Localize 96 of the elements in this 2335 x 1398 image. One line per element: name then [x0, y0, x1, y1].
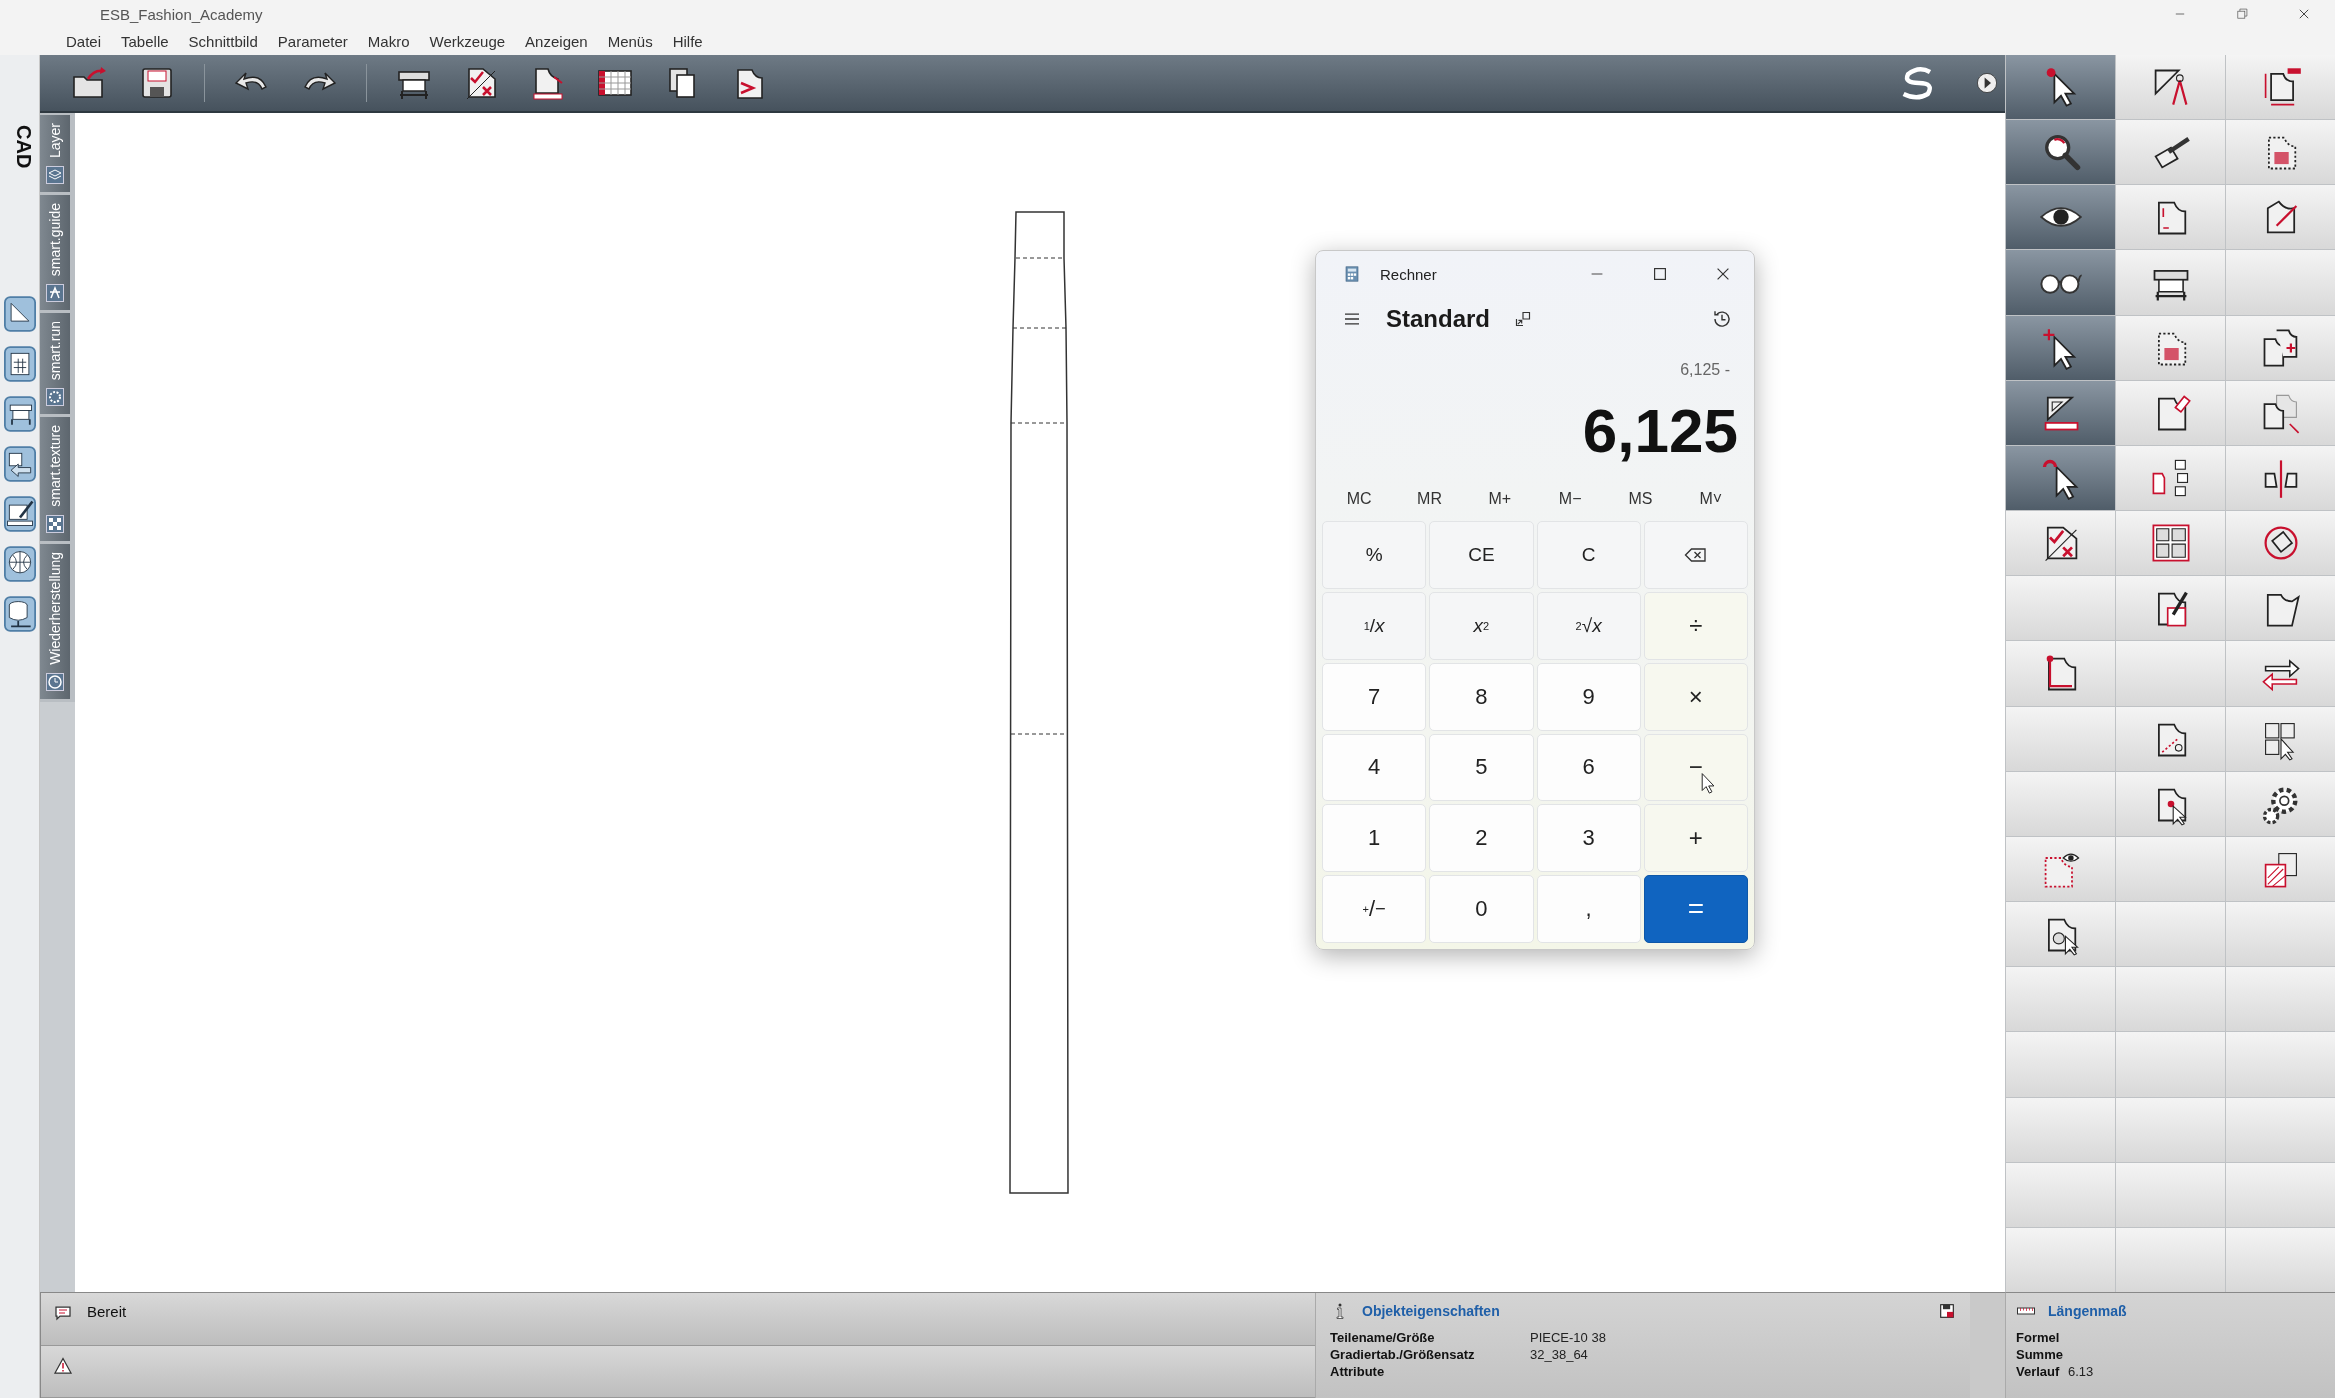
panel-title: Objekteigenschaften: [1362, 1303, 1500, 1319]
save-icon[interactable]: [1938, 1302, 1956, 1320]
tool-button[interactable]: [2006, 902, 2115, 967]
key-button[interactable]: 9: [1536, 662, 1641, 731]
side-label: CAD: [12, 125, 35, 169]
menu-item[interactable]: Tabelle: [121, 33, 169, 50]
key-button[interactable]: ÷: [1643, 591, 1748, 660]
tool-button[interactable]: [2226, 315, 2335, 380]
key-button[interactable]: 1: [1322, 804, 1427, 873]
key-button[interactable]: x$^{2}$: [1429, 591, 1534, 660]
key-button[interactable]: 7: [1322, 662, 1427, 731]
side-tab[interactable]: smart.guide: [40, 195, 70, 311]
tool-button[interactable]: [2006, 185, 2115, 250]
tool-button[interactable]: [2116, 120, 2225, 185]
tool-button[interactable]: [2006, 315, 2115, 380]
status-message: Bereit: [87, 1303, 127, 1320]
mode-title: Standard: [1386, 305, 1490, 333]
tool-button[interactable]: [2116, 771, 2225, 836]
property-label: Teilename/Größe: [1330, 1329, 1436, 1346]
side-tab[interactable]: smart.texture: [40, 417, 70, 541]
window-title: ESB_Fashion_Academy: [100, 5, 263, 23]
tool-button[interactable]: [2226, 771, 2335, 836]
key-button[interactable]: $^{1}$/x: [1322, 591, 1427, 660]
layers-icon: [46, 166, 64, 185]
menu-item[interactable]: Hilfe: [672, 33, 703, 50]
menu-item[interactable]: Menüs: [607, 33, 653, 50]
message-icon: [53, 1303, 73, 1323]
memory-button[interactable]: M˅: [1675, 489, 1746, 509]
side-tab[interactable]: Layer: [40, 115, 70, 193]
tool-button[interactable]: [2006, 445, 2115, 511]
guide-icon: [46, 284, 64, 303]
measure-label: Verlauf: [2016, 1363, 2061, 1380]
calculator-icon[interactable]: [4, 346, 36, 383]
key-button[interactable]: 4: [1322, 733, 1427, 802]
tool-button[interactable]: [2116, 185, 2225, 250]
key-button[interactable]: −: [1643, 733, 1748, 802]
key-button[interactable]: 2: [1429, 804, 1534, 873]
key-button[interactable]: C: [1536, 521, 1641, 589]
key-button[interactable]: 8: [1429, 662, 1534, 731]
triangle-ruler-icon[interactable]: [4, 296, 36, 333]
tool-button[interactable]: [2116, 250, 2225, 315]
menu-item[interactable]: Schnittbild: [188, 33, 258, 50]
equals-button[interactable]: =: [1643, 875, 1748, 943]
measure-label: Summe: [2016, 1346, 2064, 1363]
plotter-icon[interactable]: [4, 396, 36, 433]
menu-item[interactable]: Makro: [367, 33, 410, 50]
key-button[interactable]: CE: [1429, 521, 1534, 589]
measure-value: 6.13: [2068, 1363, 2095, 1380]
tool-button[interactable]: [2226, 576, 2335, 641]
property-value: PIECE-10 38: [1530, 1329, 1607, 1346]
property-value: 32_38_64: [1530, 1346, 1589, 1363]
memory-button[interactable]: MC: [1324, 489, 1395, 509]
checker-icon: [46, 515, 64, 533]
tool-button[interactable]: [2226, 55, 2335, 120]
key-button[interactable]: 6: [1536, 733, 1641, 802]
measure-label: Formel: [2016, 1329, 2061, 1346]
side-tab[interactable]: smart.run: [40, 313, 70, 415]
key-button[interactable]: 0: [1429, 875, 1534, 943]
tool-button[interactable]: [2116, 576, 2225, 641]
database-icon[interactable]: [4, 596, 36, 633]
result-display: 6,125: [1581, 395, 1739, 467]
property-label: Gradiertab./Größensatz: [1330, 1346, 1476, 1363]
memory-button[interactable]: M−: [1535, 489, 1606, 509]
memory-button[interactable]: MS: [1605, 489, 1676, 509]
globe-icon[interactable]: [4, 546, 36, 583]
key-button[interactable]: 5: [1429, 733, 1534, 802]
panel-title: Längenmaß: [2048, 1303, 2127, 1319]
key-button[interactable]: %: [1322, 521, 1427, 589]
key-button[interactable]: 3: [1536, 804, 1641, 873]
tool-button[interactable]: [2006, 55, 2115, 120]
memory-button[interactable]: MR: [1394, 489, 1465, 509]
tool-button[interactable]: [2006, 120, 2115, 185]
menu-item[interactable]: Parameter: [277, 33, 348, 50]
menu-item[interactable]: Datei: [66, 33, 102, 50]
side-tab[interactable]: Wiederherstellung: [40, 544, 70, 699]
key-button[interactable]: $^{2}$√x: [1536, 591, 1641, 660]
import-icon[interactable]: [4, 446, 36, 483]
key-button[interactable]: ×: [1643, 662, 1748, 731]
gear-icon: [46, 388, 64, 407]
memory-button[interactable]: M+: [1464, 489, 1535, 509]
clock-icon: [46, 672, 64, 691]
property-label: Attribute: [1330, 1363, 1386, 1380]
tool-button[interactable]: [2006, 250, 2115, 315]
tool-button[interactable]: [2006, 511, 2115, 576]
window-title: Rechner: [1380, 265, 1437, 283]
edit-icon[interactable]: [4, 496, 36, 533]
tool-button[interactable]: [2116, 706, 2225, 771]
warning-icon: [53, 1355, 73, 1376]
key-button[interactable]: +: [1643, 804, 1748, 873]
menu-item[interactable]: Anzeigen: [525, 33, 588, 50]
expression-text: 6,125 -: [1679, 360, 1731, 380]
tool-button[interactable]: [2116, 511, 2225, 576]
menu-item[interactable]: Werkzeuge: [429, 33, 506, 50]
tool-button[interactable]: [2006, 380, 2115, 445]
key-button[interactable]: ,: [1536, 875, 1641, 943]
tool-button[interactable]: [2226, 706, 2335, 771]
